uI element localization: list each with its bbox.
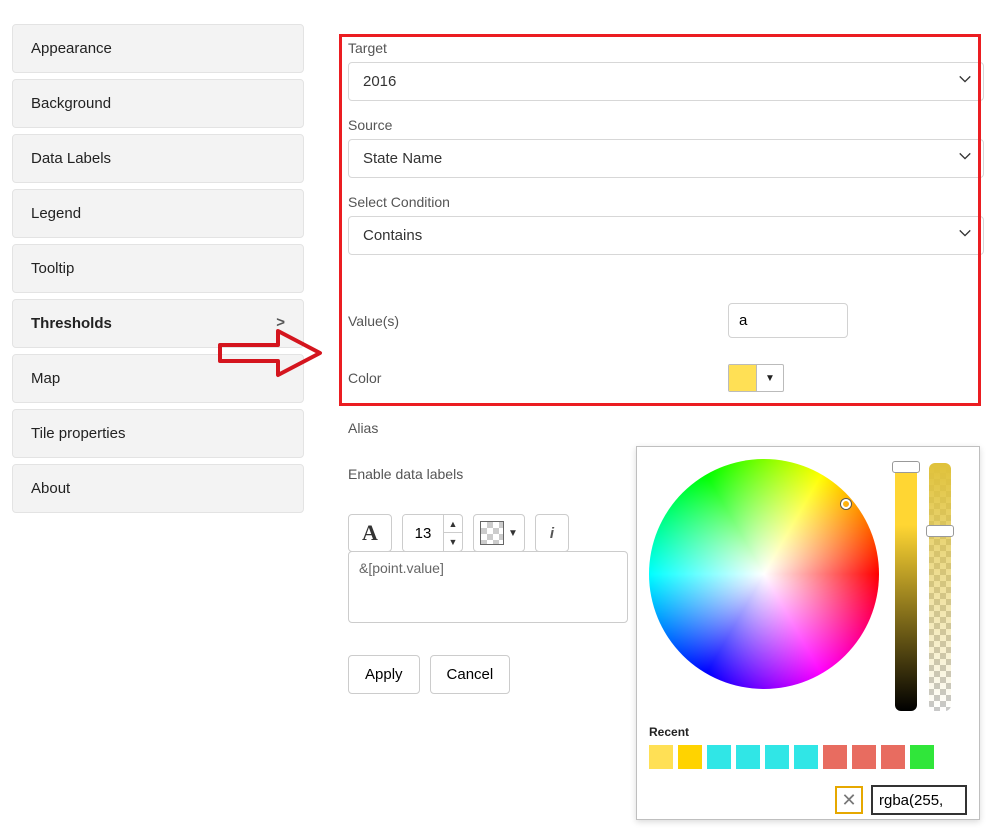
- sidebar-item-datalabels[interactable]: Data Labels: [12, 134, 304, 183]
- sidebar-item-label: About: [31, 480, 70, 497]
- source-value: State Name: [363, 150, 442, 167]
- condition-value: Contains: [363, 227, 422, 244]
- color-wheel[interactable]: [649, 459, 879, 689]
- stepper-up-icon[interactable]: ▲: [444, 515, 462, 533]
- color-swatch-button[interactable]: ▼: [728, 364, 784, 392]
- text-color-button[interactable]: ▼: [473, 514, 525, 552]
- swatch-icon: [729, 365, 757, 391]
- chevron-down-icon: ▼: [757, 365, 783, 391]
- chevron-right-icon: >: [276, 314, 285, 331]
- condition-label: Select Condition: [348, 194, 984, 210]
- recent-swatch[interactable]: [881, 745, 905, 769]
- target-value: 2016: [363, 73, 396, 90]
- wheel-handle-icon[interactable]: [841, 499, 851, 509]
- sidebar-item-label: Thresholds: [31, 315, 112, 332]
- sidebar-item-label: Background: [31, 95, 111, 112]
- close-icon: ✕: [841, 790, 856, 811]
- font-family-button[interactable]: A: [348, 514, 392, 552]
- source-select[interactable]: State Name: [348, 139, 984, 178]
- recent-swatch[interactable]: [707, 745, 731, 769]
- condition-select[interactable]: Contains: [348, 216, 984, 255]
- color-picker-popover: Recent ✕: [636, 446, 980, 820]
- slider-thumb-icon[interactable]: [892, 461, 920, 473]
- recent-swatch[interactable]: [765, 745, 789, 769]
- slider-thumb-icon[interactable]: [926, 525, 954, 537]
- color-value-input[interactable]: [871, 785, 967, 815]
- recent-swatch[interactable]: [649, 745, 673, 769]
- alias-label: Alias: [348, 420, 984, 436]
- recent-swatch[interactable]: [794, 745, 818, 769]
- sidebar-item-tileprops[interactable]: Tile properties: [12, 409, 304, 458]
- recent-swatch[interactable]: [678, 745, 702, 769]
- sidebar-item-legend[interactable]: Legend: [12, 189, 304, 238]
- sidebar-item-label: Tile properties: [31, 425, 125, 442]
- transparent-swatch-icon: [480, 521, 504, 545]
- info-button[interactable]: i: [535, 514, 569, 552]
- sidebar-item-background[interactable]: Background: [12, 79, 304, 128]
- luminance-slider[interactable]: [895, 463, 917, 711]
- target-label: Target: [348, 40, 984, 56]
- values-label: Value(s): [348, 313, 728, 329]
- recent-swatch[interactable]: [852, 745, 876, 769]
- alpha-slider[interactable]: [929, 463, 951, 711]
- recent-swatch[interactable]: [910, 745, 934, 769]
- sidebar-item-label: Map: [31, 370, 60, 387]
- target-select[interactable]: 2016: [348, 62, 984, 101]
- font-icon: A: [362, 520, 378, 546]
- recent-swatch-row: [649, 745, 967, 769]
- recent-label: Recent: [649, 725, 967, 739]
- font-size-stepper[interactable]: ▲ ▼: [402, 514, 463, 552]
- color-label: Color: [348, 370, 728, 386]
- sidebar: Appearance Background Data Labels Legend…: [12, 24, 304, 694]
- cancel-button[interactable]: Cancel: [430, 655, 511, 694]
- info-icon: i: [550, 525, 554, 542]
- chevron-down-icon: ▼: [508, 528, 518, 539]
- sidebar-item-about[interactable]: About: [12, 464, 304, 513]
- sidebar-item-thresholds[interactable]: Thresholds >: [12, 299, 304, 348]
- stepper-down-icon[interactable]: ▼: [444, 533, 462, 551]
- font-size-input[interactable]: [403, 515, 443, 551]
- sidebar-item-label: Appearance: [31, 40, 112, 57]
- recent-swatch[interactable]: [823, 745, 847, 769]
- sidebar-item-tooltip[interactable]: Tooltip: [12, 244, 304, 293]
- sidebar-item-label: Legend: [31, 205, 81, 222]
- sidebar-item-label: Data Labels: [31, 150, 111, 167]
- sidebar-item-appearance[interactable]: Appearance: [12, 24, 304, 73]
- template-textarea[interactable]: &[point.value]: [348, 551, 628, 623]
- values-input[interactable]: [728, 303, 848, 338]
- sidebar-item-map[interactable]: Map: [12, 354, 304, 403]
- source-label: Source: [348, 117, 984, 133]
- apply-button[interactable]: Apply: [348, 655, 420, 694]
- clear-color-button[interactable]: ✕: [835, 786, 863, 814]
- sidebar-item-label: Tooltip: [31, 260, 74, 277]
- recent-swatch[interactable]: [736, 745, 760, 769]
